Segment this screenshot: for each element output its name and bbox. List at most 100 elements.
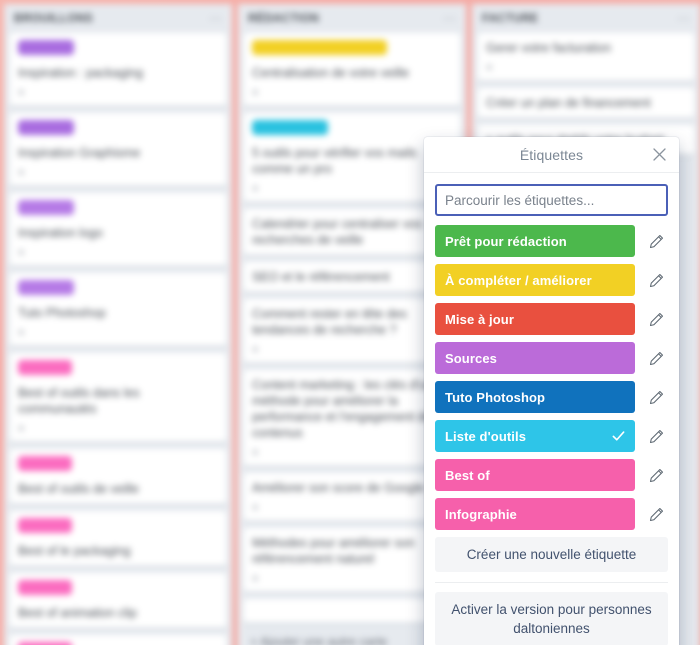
pencil-icon[interactable] [646, 426, 666, 446]
label-chip-selected[interactable]: Liste d'outils [435, 420, 635, 452]
popover-title: Étiquettes [519, 146, 584, 163]
label-chip[interactable]: Tuto Photoshop [435, 381, 635, 413]
column-card-list: Inspiration : packaging ≡ Inspiration Gr… [4, 33, 232, 645]
pencil-icon[interactable] [646, 348, 666, 368]
ellipsis-icon[interactable]: ⋯ [443, 12, 456, 25]
card-title: Inspiration : packaging [18, 66, 144, 80]
card-badges: ≡ [18, 423, 25, 435]
label-name: À compléter / améliorer [445, 272, 592, 288]
card[interactable]: Gerer votre facturation ≡ [478, 33, 694, 81]
card-title: Créer un plan de financement [486, 96, 651, 110]
label-name: Infographie [445, 506, 517, 522]
search-input[interactable] [435, 184, 668, 216]
label-chip[interactable]: Infographie [435, 498, 635, 530]
card-title: Tuto Photoshop [18, 306, 106, 320]
pencil-icon[interactable] [646, 465, 666, 485]
pencil-icon[interactable] [646, 309, 666, 329]
card-title: Méthodes pour améliorer son référencemen… [252, 536, 415, 566]
card-label-chip [18, 518, 72, 533]
label-name: Prêt pour rédaction [445, 233, 567, 249]
popover-body: Prêt pour rédaction À compléter / amélio… [424, 173, 679, 530]
label-row: Infographie [435, 498, 668, 530]
card-title: Améliorer son score de Google [252, 481, 425, 495]
popover-header: Étiquettes [424, 137, 679, 173]
card-label-chip [18, 456, 72, 471]
card-label-chip [18, 120, 74, 135]
card-title: SEO et le référencement [252, 270, 390, 284]
pencil-icon[interactable] [646, 504, 666, 524]
card-title: Gerer votre facturation [486, 41, 612, 55]
label-chip[interactable]: À compléter / améliorer [435, 264, 635, 296]
column-header: RÉDACTION ⋯ [238, 4, 466, 33]
card-badges: ≡ [252, 447, 259, 459]
card-badges: ≡ [18, 167, 25, 179]
card-title: Best of le packaging [18, 544, 131, 558]
card-badges: ≡ [252, 87, 259, 99]
label-chip[interactable]: Mise à jour [435, 303, 635, 335]
check-icon [611, 429, 626, 444]
label-row: Prêt pour rédaction [435, 225, 668, 257]
column-title: RÉDACTION [248, 13, 320, 25]
ellipsis-icon[interactable]: ⋯ [677, 12, 690, 25]
card[interactable]: Inspiration logo ≡ [10, 193, 226, 266]
card-title: 5 outils pour vérifier vos mails comme u… [252, 146, 417, 176]
label-chip[interactable]: Best of [435, 459, 635, 491]
pencil-icon[interactable] [646, 231, 666, 251]
card[interactable]: Tuto Photoshop ≡ [10, 273, 226, 346]
card-badges: ≡ [252, 344, 259, 356]
card-label-chip [252, 40, 387, 55]
card-title: Inspiration logo [18, 226, 103, 240]
labels-list: Prêt pour rédaction À compléter / amélio… [435, 225, 668, 530]
close-icon[interactable] [649, 145, 669, 165]
card-badges: ≡ [486, 62, 493, 74]
card-title: Centralisation de votre veille [252, 66, 410, 80]
create-label-button[interactable]: Créer une nouvelle étiquette [435, 537, 668, 572]
card-title: Best of outils dans les communautés [18, 386, 140, 416]
card[interactable]: Best of outils de veille [10, 449, 226, 504]
card-label-chip [18, 200, 74, 215]
label-chip[interactable]: Sources [435, 342, 635, 374]
label-name: Tuto Photoshop [445, 389, 546, 405]
card-title: Calendrier pour centraliser vos recherch… [252, 217, 423, 247]
card[interactable]: Best of animation clip [10, 573, 226, 628]
label-chip[interactable]: Prêt pour rédaction [435, 225, 635, 257]
card-badges: ≡ [252, 573, 259, 585]
card[interactable]: Inspiration : packaging ≡ [10, 33, 226, 106]
label-row: Best of [435, 459, 668, 491]
label-row: Liste d'outils [435, 420, 668, 452]
label-row: Sources [435, 342, 668, 374]
card-title: Best of animation clip [18, 606, 137, 620]
card-badges: ≡ [18, 327, 25, 339]
card[interactable]: Créer un plan de financement [478, 88, 694, 118]
card-badges: ≡ [252, 183, 259, 195]
label-row: À compléter / améliorer [435, 264, 668, 296]
card-label-chip [18, 580, 72, 595]
app-root: BROUILLONS ⋯ Inspiration : packaging ≡ I… [0, 0, 700, 645]
column-header: FACTURE ⋯ [472, 4, 700, 33]
label-name: Best of [445, 467, 490, 483]
card-label-chip [18, 40, 74, 55]
label-name: Liste d'outils [445, 428, 527, 444]
column-header: BROUILLONS ⋯ [4, 4, 232, 33]
card[interactable]: Centralisation de votre veille ≡ [244, 33, 460, 106]
pencil-icon[interactable] [646, 270, 666, 290]
popover-divider [435, 582, 668, 583]
label-name: Sources [445, 350, 498, 366]
label-row: Mise à jour [435, 303, 668, 335]
colorblind-mode-button[interactable]: Activer la version pour personnes dalton… [435, 592, 668, 645]
pencil-icon[interactable] [646, 387, 666, 407]
card-label-chip [18, 280, 74, 295]
card-title: Comment rester en tête des tendances de … [252, 307, 407, 337]
card[interactable]: Best of outils dans les communautés ≡ [10, 353, 226, 442]
card-title: Content marketing : les clés d'une métho… [252, 378, 440, 440]
popover-footer: Activer la version pour personnes dalton… [424, 592, 679, 645]
label-row: Tuto Photoshop [435, 381, 668, 413]
column-title: BROUILLONS [14, 13, 94, 25]
ellipsis-icon[interactable]: ⋯ [209, 12, 222, 25]
card-label-chip [252, 120, 328, 135]
card[interactable]: Best of tipeee un site de crowd [10, 635, 226, 645]
card-badges: ≡ [18, 247, 25, 259]
card[interactable]: Best of le packaging [10, 511, 226, 566]
column-title: FACTURE [482, 13, 539, 25]
card[interactable]: Inspiration Graphisme ≡ [10, 113, 226, 186]
